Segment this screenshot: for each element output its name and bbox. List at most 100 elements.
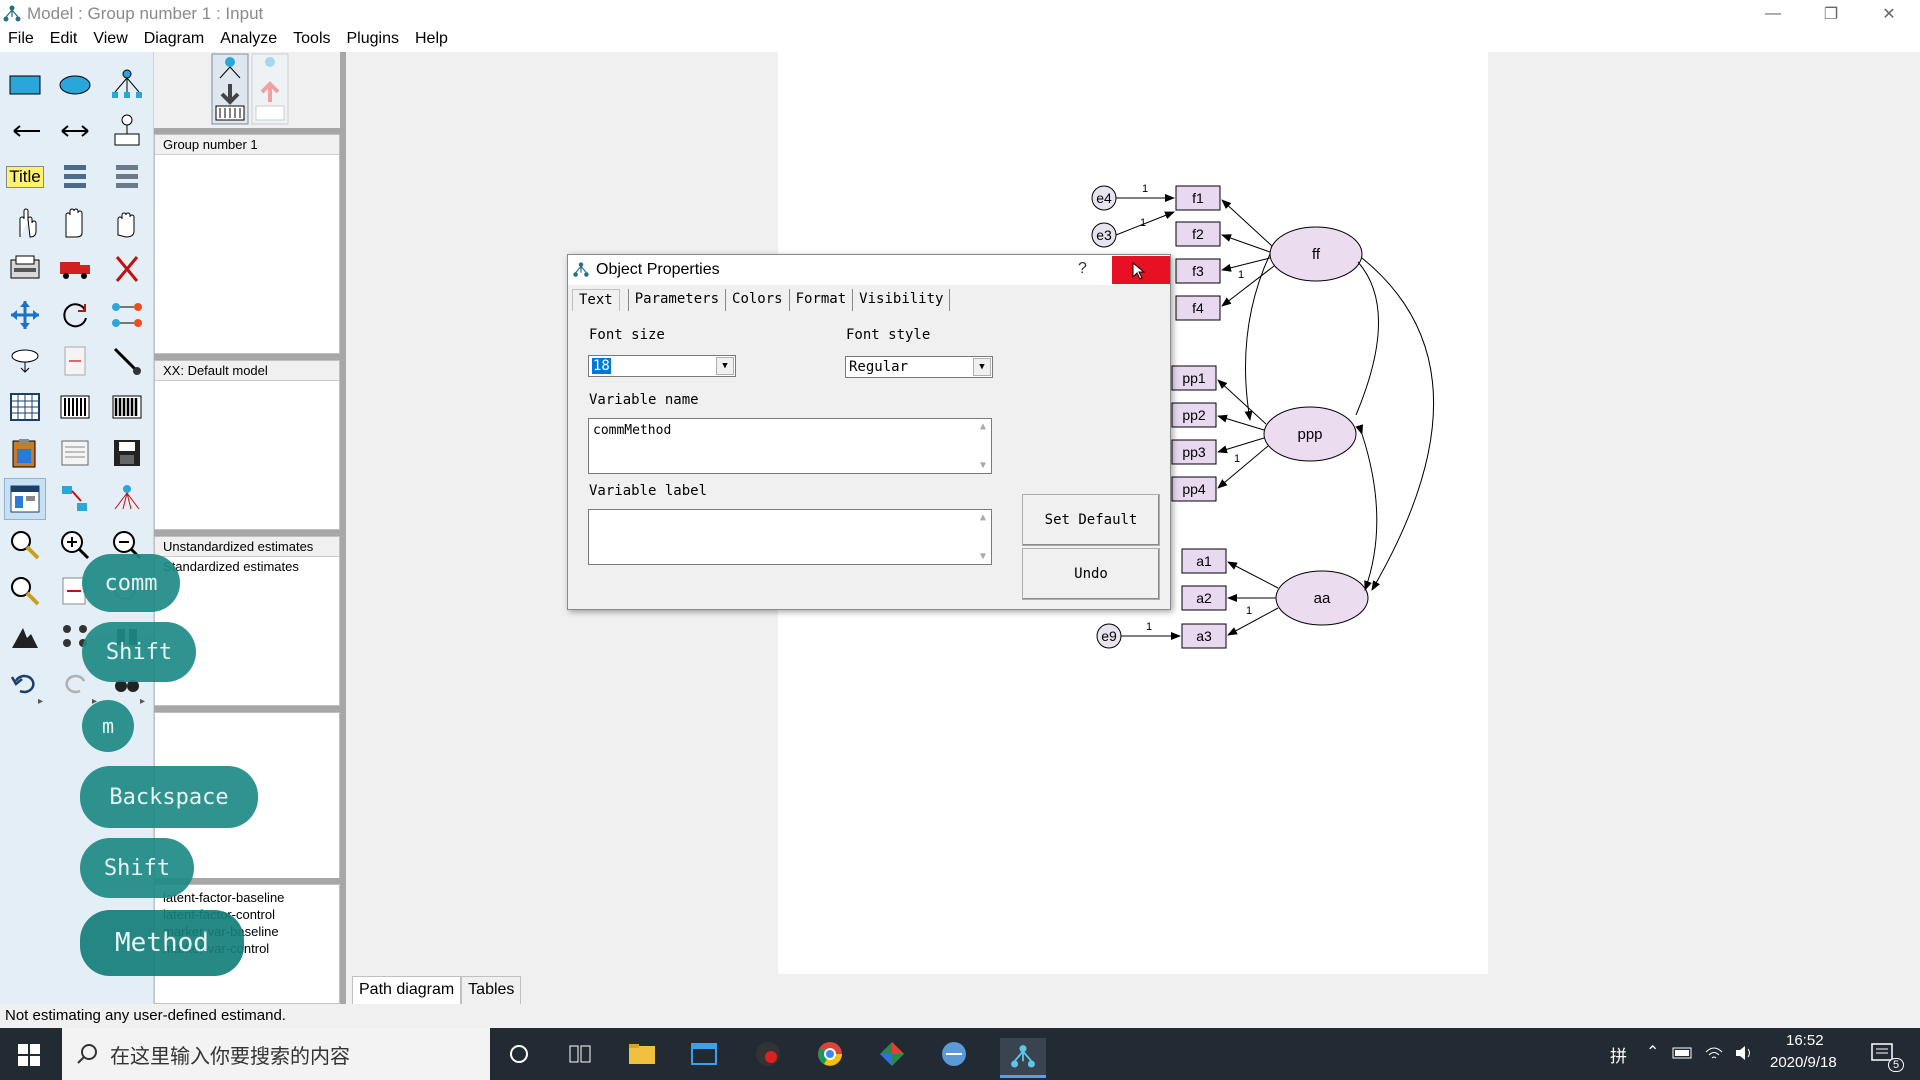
save-diagram-icon[interactable] <box>106 432 148 474</box>
observed-variable-tool[interactable] <box>4 64 46 106</box>
wifi-icon[interactable] <box>1704 1044 1724 1062</box>
tab-text[interactable]: Text <box>572 289 620 311</box>
task-view-icon[interactable] <box>564 1038 596 1070</box>
resize-tool[interactable] <box>4 294 46 336</box>
file-explorer-icon[interactable] <box>626 1038 658 1070</box>
select-one-hand-icon[interactable] <box>4 202 46 244</box>
latent-variable-tool[interactable] <box>54 64 96 106</box>
toolbar-scroll-right-icon[interactable]: ▸ <box>140 696 145 707</box>
tab-format[interactable]: Format <box>790 289 854 311</box>
show-hidden-icons-icon[interactable]: ⌃ <box>1646 1042 1659 1062</box>
error-e9[interactable]: e9 <box>1096 623 1122 649</box>
estimate-item-unstandardized[interactable]: Unstandardized estimates <box>155 537 339 557</box>
list-variables-model-tool[interactable] <box>54 156 96 198</box>
observed-a2[interactable]: a2 <box>1181 585 1227 611</box>
window-app-icon[interactable] <box>688 1038 720 1070</box>
error-e4[interactable]: e4 <box>1091 185 1117 211</box>
observed-a3[interactable]: a3 <box>1181 623 1227 649</box>
rotate-tool[interactable] <box>54 294 96 336</box>
covariance-arrow[interactable] <box>1355 424 1378 591</box>
observed-pp2[interactable]: pp2 <box>1171 402 1217 428</box>
recorder-app-icon[interactable] <box>752 1038 784 1070</box>
touch-up-tool[interactable] <box>106 340 148 382</box>
move-parameters-tool[interactable] <box>4 340 46 382</box>
font-size-combo[interactable]: 18 ▼ <box>588 355 736 377</box>
double-arrow-tool[interactable] <box>54 110 96 152</box>
move-truck-tool[interactable] <box>54 248 96 290</box>
help-button[interactable]: ? <box>1078 260 1087 278</box>
battery-icon[interactable] <box>1672 1046 1694 1060</box>
title-tool[interactable]: Title <box>4 156 46 198</box>
menu-edit[interactable]: Edit <box>42 28 86 52</box>
taskbar-search-box[interactable]: 在这里输入你要搜索的内容 <box>62 1028 490 1080</box>
latent-aa[interactable]: aa <box>1275 570 1369 626</box>
object-properties-tool[interactable] <box>4 478 46 520</box>
diamond-app-icon[interactable] <box>876 1038 908 1070</box>
estimate-item-standardized[interactable]: Standardized estimates <box>155 557 339 576</box>
undo-button[interactable]: Undo <box>1022 548 1160 600</box>
deselect-hand-icon[interactable] <box>106 202 148 244</box>
covariance-arrow[interactable] <box>1355 261 1379 416</box>
chevron-down-icon[interactable]: ▼ <box>716 357 734 375</box>
tab-path-diagram[interactable]: Path diagram <box>352 976 462 1004</box>
scroll-tool[interactable] <box>54 340 96 382</box>
view-text-tool[interactable] <box>54 432 96 474</box>
toolbar-scroll-left-icon[interactable]: ▸ <box>38 696 43 707</box>
close-window-button[interactable]: ✕ <box>1860 0 1918 28</box>
path-diagram-view-icon[interactable] <box>210 52 290 126</box>
dialog-close-button[interactable] <box>1112 256 1170 284</box>
observed-f1[interactable]: f1 <box>1175 185 1221 211</box>
menu-file[interactable]: File <box>0 28 42 52</box>
variable-label-field[interactable]: ▲ ▼ <box>588 509 992 565</box>
drag-properties-tool[interactable] <box>54 478 96 520</box>
erase-tool[interactable] <box>106 248 148 290</box>
menu-tools[interactable]: Tools <box>285 28 338 52</box>
group-item[interactable]: Group number 1 <box>155 135 339 155</box>
globe-app-icon[interactable] <box>938 1038 970 1070</box>
degrees-of-freedom-icon[interactable] <box>4 616 46 658</box>
tab-tables[interactable]: Tables <box>461 976 522 1004</box>
chrome-icon[interactable] <box>814 1038 846 1070</box>
unique-variable-tool[interactable] <box>106 110 148 152</box>
volume-icon[interactable] <box>1734 1044 1754 1062</box>
duplicate-tool[interactable] <box>4 248 46 290</box>
covariance-arrow[interactable] <box>1361 257 1434 591</box>
calculate-estimates-tool[interactable] <box>106 386 148 428</box>
observed-f4[interactable]: f4 <box>1175 295 1221 321</box>
reflect-tool[interactable] <box>106 294 148 336</box>
select-all-hand-icon[interactable] <box>54 202 96 244</box>
observed-pp4[interactable]: pp4 <box>1171 476 1217 502</box>
variable-name-field[interactable]: commMethod ▲ ▼ <box>588 418 992 474</box>
clock-time[interactable]: 16:52 <box>1786 1032 1824 1049</box>
preserve-symmetries-tool[interactable] <box>106 478 148 520</box>
error-e3[interactable]: e3 <box>1091 222 1117 248</box>
clock-date[interactable]: 2020/9/18 <box>1770 1054 1837 1071</box>
menu-analyze[interactable]: Analyze <box>212 28 285 52</box>
set-default-button[interactable]: Set Default <box>1022 494 1160 546</box>
font-style-combo[interactable]: Regular ▼ <box>845 356 993 378</box>
model-item[interactable]: XX: Default model <box>155 361 339 381</box>
amos-taskbar-icon[interactable] <box>1000 1038 1046 1078</box>
zoom-select-icon[interactable] <box>4 524 46 566</box>
menu-help[interactable]: Help <box>407 28 456 52</box>
restore-button[interactable]: ❐ <box>1802 0 1860 28</box>
single-arrow-tool[interactable] <box>4 110 46 152</box>
observed-a1[interactable]: a1 <box>1181 548 1227 574</box>
tab-visibility[interactable]: Visibility <box>853 289 951 311</box>
cortana-icon[interactable] <box>503 1038 535 1070</box>
textbox-scrollbar[interactable]: ▲ ▼ <box>975 419 991 473</box>
tab-colors[interactable]: Colors <box>726 289 790 311</box>
tab-parameters[interactable]: Parameters <box>627 289 727 311</box>
zoom-page-icon[interactable] <box>4 570 46 612</box>
copy-clipboard-tool[interactable] <box>4 432 46 474</box>
latent-ppp[interactable]: ppp <box>1263 406 1357 462</box>
dialog-title-bar[interactable]: Object Properties ? <box>568 255 1170 285</box>
observed-pp3[interactable]: pp3 <box>1171 439 1217 465</box>
zoom-in-icon[interactable] <box>54 524 96 566</box>
list-variables-dataset-tool[interactable] <box>106 156 148 198</box>
file-item[interactable]: latent-factor-baseline <box>155 889 339 906</box>
analysis-properties-tool[interactable] <box>54 386 96 428</box>
chevron-down-icon[interactable]: ▼ <box>973 358 991 376</box>
minimize-button[interactable]: — <box>1744 0 1802 28</box>
observed-f3[interactable]: f3 <box>1175 258 1221 284</box>
